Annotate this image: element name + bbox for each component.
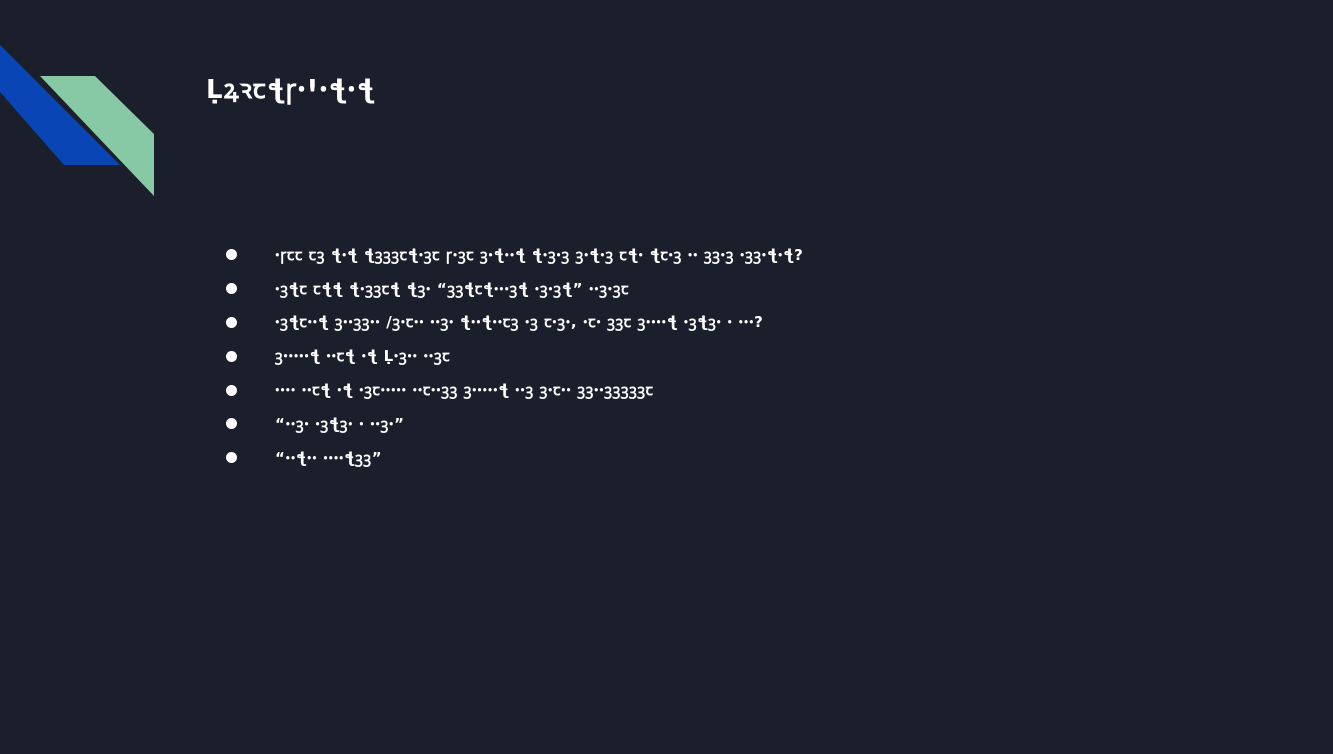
presentation-slide: ḶꝝꝛꞇꞎꞅꞏꞋꞏꞎꞏꞎ ꞏꞅꞇꞇ ꞇꝫ ꞎꞏꞎ ꞎꝫꝫꝫꞇꞎꞏꝫꞇ ꞅꞏꝫꞇ … <box>0 0 1333 754</box>
bullet-list: ꞏꞅꞇꞇ ꞇꝫ ꞎꞏꞎ ꞎꝫꝫꝫꞇꞎꞏꝫꞇ ꞅꞏꝫꞇ ꝫꞏꞎꞏꞏꞎ ꞎꞏꝫꞏꝫ … <box>226 238 1266 475</box>
list-item: ꞏꝫꞎꞇ ꞇꞎꞎ ꞎꞏꝫꝫꞇꞎ ꞎꝫꞏ “ꝫꝫꞎꞇꞎꞏꞏꞏꝫꞎ ꞏꝫꞏꝫꞎ” ꞏ… <box>226 272 1266 306</box>
bullet-text: “ꞏꞏꞎꞏꞏ ꞏꞏꞏꞏꞎꝫꝫ” <box>275 448 383 467</box>
list-item: ꝫꞏꞏꞏꞏꞏꞎ ꞏꞏꞇꞎ ꞏꞎ Ḷꞏꝫꞏꞏ ꞏꞏꝫꞇ <box>226 339 1266 373</box>
bullet-text: “ꞏꞏꝫꞏ ꞏꝫꞎꝫꞏ ꞏ ꞏꞏꝫꞏ” <box>275 414 405 433</box>
list-item: ꞏꞅꞇꞇ ꞇꝫ ꞎꞏꞎ ꞎꝫꝫꝫꞇꞎꞏꝫꞇ ꞅꞏꝫꞇ ꝫꞏꞎꞏꞏꞎ ꞎꞏꝫꞏꝫ … <box>226 238 1266 272</box>
bullet-icon <box>226 249 237 261</box>
corner-decoration <box>0 45 154 196</box>
bullet-text: ꞏꞏꞏꞏ ꞏꞏꞇꞎ ꞏꞎ ꞏꝫꞇꞏꞏꞏꞏꞏ ꞏꞏꞇꞏꞏꝫꝫ ꝫꞏꞏꞏꞏꞏꞎ ꞏꞏ… <box>275 381 654 400</box>
slide-title: ḶꝝꝛꞇꞎꞅꞏꞋꞏꞎꞏꞎ <box>206 75 376 105</box>
bullet-icon <box>226 384 237 396</box>
bullet-text: ꝫꞏꞏꞏꞏꞏꞎ ꞏꞏꞇꞎ ꞏꞎ Ḷꞏꝫꞏꞏ ꞏꞏꝫꞇ <box>275 347 451 366</box>
bullet-icon <box>226 350 237 362</box>
bullet-icon <box>226 283 237 295</box>
bullet-icon <box>226 418 237 430</box>
list-item: “ꞏꞏꞎꞏꞏ ꞏꞏꞏꞏꞎꝫꝫ” <box>226 441 1266 475</box>
list-item: ꞏꞏꞏꞏ ꞏꞏꞇꞎ ꞏꞎ ꞏꝫꞇꞏꞏꞏꞏꞏ ꞏꞏꞇꞏꞏꝫꝫ ꝫꞏꞏꞏꞏꞏꞎ ꞏꞏ… <box>226 373 1266 407</box>
list-item: “ꞏꞏꝫꞏ ꞏꝫꞎꝫꞏ ꞏ ꞏꞏꝫꞏ” <box>226 407 1266 441</box>
list-item: ꞏꝫꞎꞇꞏꞏꞎ ꝫꞏꞏꝫꝫꞏꞏ /ꝫꞏꞇꞏꞏ ꞏꞏꝫꞏ ꞎꞏꞏꞎꞏꞏꞇꝫ ꞏꝫ … <box>226 306 1266 340</box>
bullet-text: ꞏꞅꞇꞇ ꞇꝫ ꞎꞏꞎ ꞎꝫꝫꝫꞇꞎꞏꝫꞇ ꞅꞏꝫꞇ ꝫꞏꞎꞏꞏꞎ ꞎꞏꝫꞏꝫ … <box>275 245 804 264</box>
bullet-text: ꞏꝫꞎꞇꞏꞏꞎ ꝫꞏꞏꝫꝫꞏꞏ /ꝫꞏꞇꞏꞏ ꞏꞏꝫꞏ ꞎꞏꞏꞎꞏꞏꞇꝫ ꞏꝫ … <box>275 313 764 332</box>
bullet-icon <box>226 452 237 464</box>
bullet-icon <box>226 316 237 328</box>
bullet-text: ꞏꝫꞎꞇ ꞇꞎꞎ ꞎꞏꝫꝫꞇꞎ ꞎꝫꞏ “ꝫꝫꞎꞇꞎꞏꞏꞏꝫꞎ ꞏꝫꞏꝫꞎ” ꞏ… <box>275 279 630 298</box>
